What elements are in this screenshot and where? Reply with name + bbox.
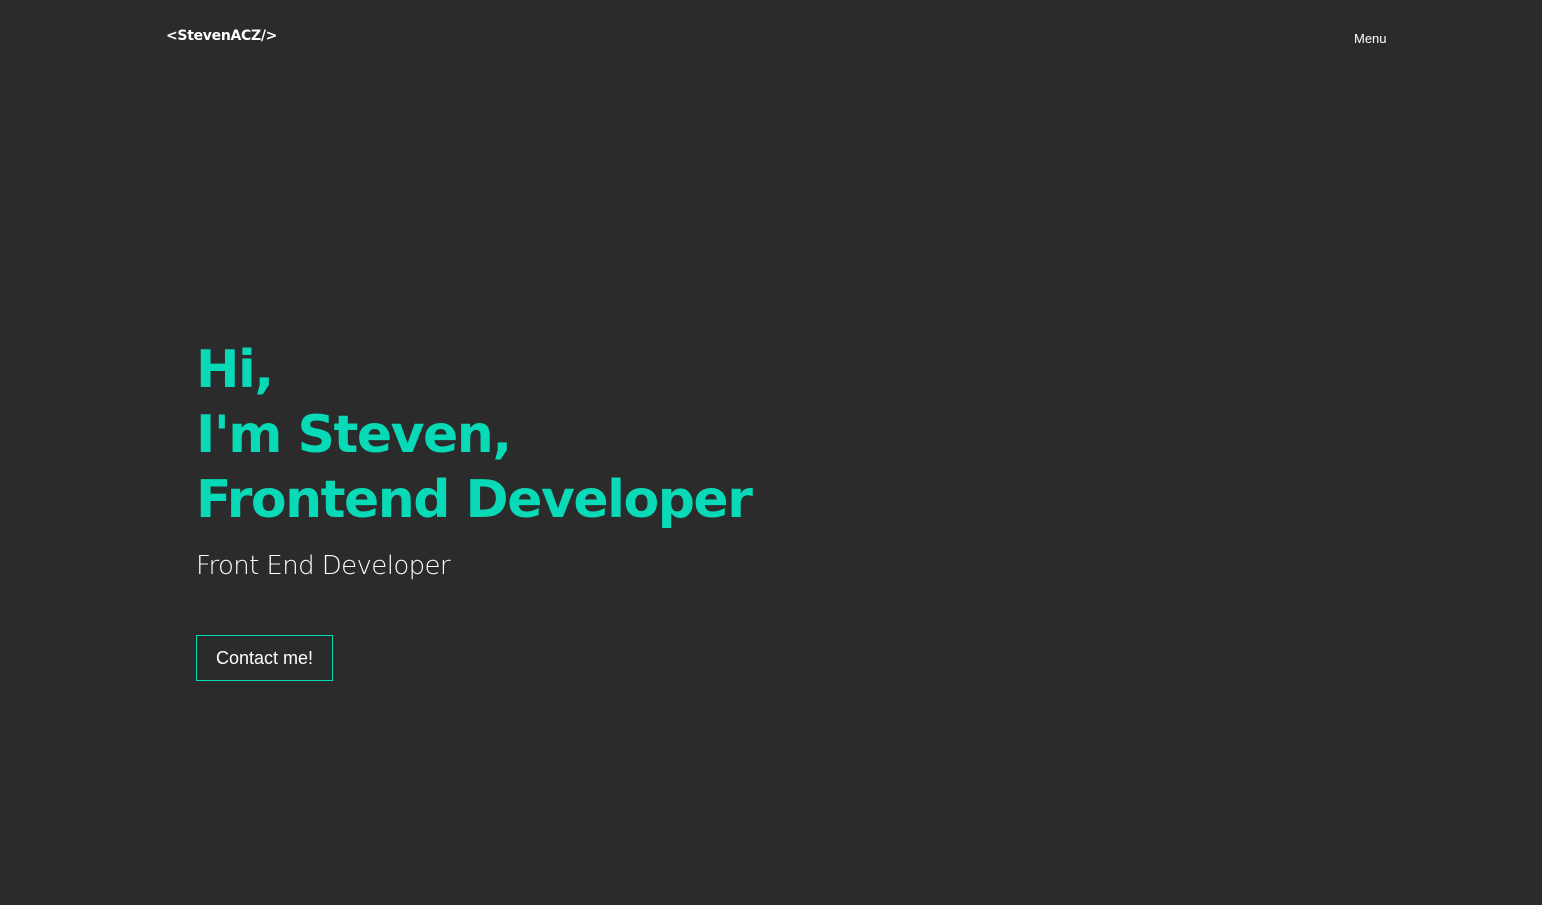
- menu-button[interactable]: Menu: [1354, 31, 1387, 46]
- headline-line-2: I'm Steven,: [196, 405, 512, 465]
- contact-button[interactable]: Contact me!: [196, 635, 333, 681]
- gradient-blob: [960, 408, 1356, 710]
- headline-line-1: Hi,: [196, 340, 274, 400]
- hero-subtitle: Front End Developer: [196, 551, 451, 581]
- hero-text: Hi, I'm Steven, Frontend Developer Front…: [196, 338, 836, 581]
- headline-line-3: Frontend Developer: [196, 470, 753, 530]
- hero-headline: Hi, I'm Steven, Frontend Developer: [196, 338, 836, 533]
- site-logo[interactable]: <StevenACZ/>: [166, 28, 277, 44]
